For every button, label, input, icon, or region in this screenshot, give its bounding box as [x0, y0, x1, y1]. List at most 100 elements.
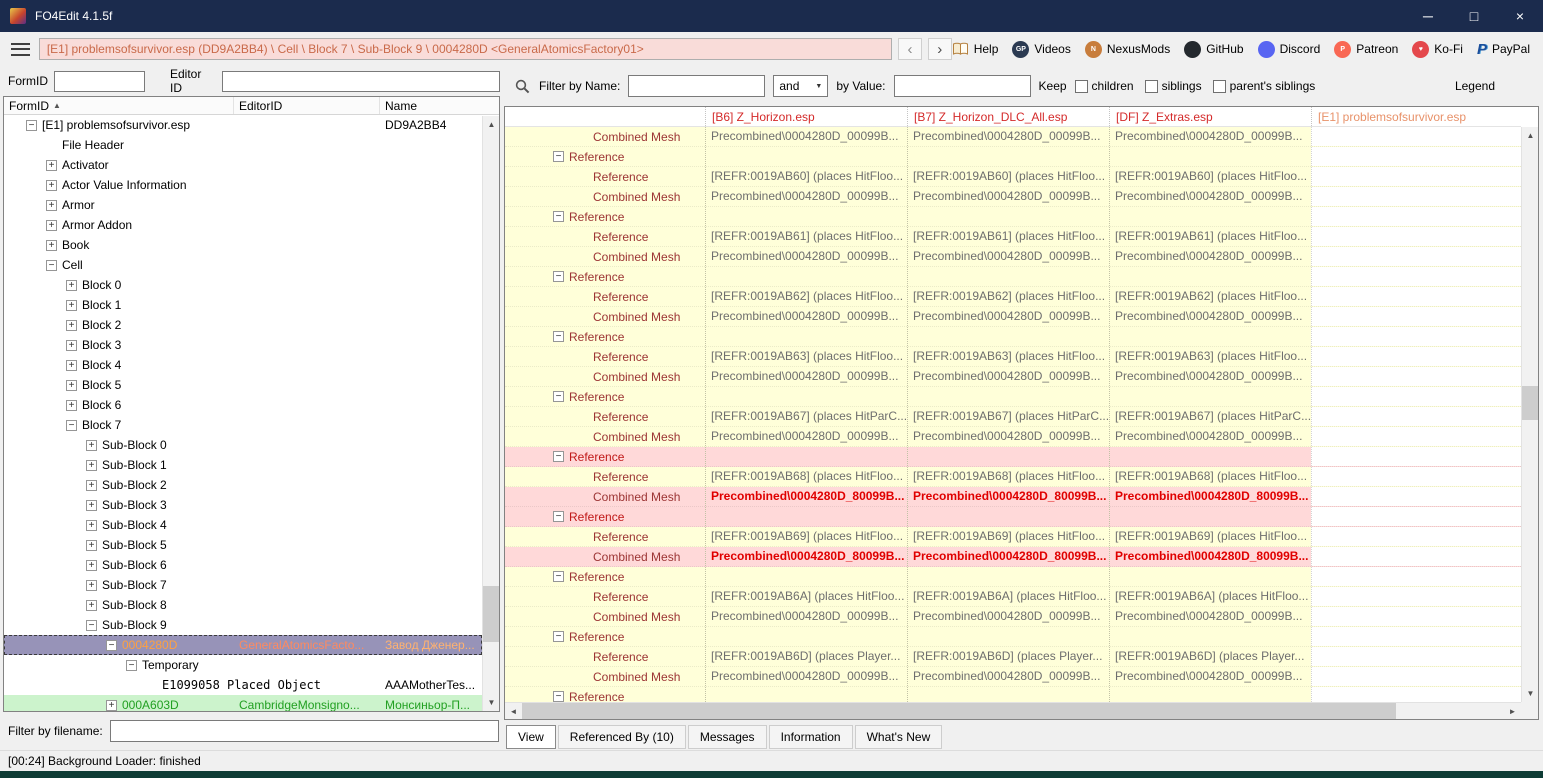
tree-row[interactable]: +Sub-Block 6	[4, 555, 482, 575]
expand-icon[interactable]: +	[86, 540, 97, 551]
collapse-icon[interactable]: −	[553, 331, 564, 342]
toolbar-link-patreon[interactable]: PPatreon	[1334, 41, 1398, 58]
table-horizontal-scrollbar[interactable]: ◄ ►	[505, 702, 1521, 719]
tree-row[interactable]: −Sub-Block 9	[4, 615, 482, 635]
collapse-icon[interactable]: −	[86, 620, 97, 631]
expand-icon[interactable]: +	[46, 220, 57, 231]
table-row[interactable]: −Reference	[505, 447, 1521, 467]
tree-row[interactable]: +Sub-Block 7	[4, 575, 482, 595]
table-row[interactable]: Combined MeshPrecombined\0004280D_00099B…	[505, 127, 1521, 147]
scroll-left-icon[interactable]: ◄	[505, 703, 522, 720]
navigation-path-combobox[interactable]	[39, 38, 892, 60]
scroll-down-icon[interactable]: ▼	[1522, 685, 1539, 702]
table-vertical-scrollbar[interactable]: ▲ ▼	[1521, 127, 1538, 702]
collapse-icon[interactable]: −	[126, 660, 137, 671]
filter-operator-dropdown[interactable]: and ▼	[773, 75, 828, 97]
keep-checkbox-siblings[interactable]: siblings	[1145, 79, 1202, 93]
maximize-button[interactable]: □	[1451, 0, 1497, 32]
checkbox-icon[interactable]	[1213, 80, 1226, 93]
scrollbar-thumb[interactable]	[483, 586, 500, 642]
table-row[interactable]: −Reference	[505, 327, 1521, 347]
toolbar-link-videos[interactable]: GPVideos	[1012, 41, 1070, 58]
tree-row[interactable]: +Sub-Block 3	[4, 495, 482, 515]
tree-row[interactable]: +Sub-Block 5	[4, 535, 482, 555]
scrollbar-thumb[interactable]	[522, 703, 1396, 720]
toolbar-link-paypal[interactable]: PPayPal	[1477, 41, 1530, 58]
expand-icon[interactable]: +	[86, 480, 97, 491]
expand-icon[interactable]: +	[86, 600, 97, 611]
expand-icon[interactable]: +	[86, 440, 97, 451]
table-row[interactable]: Reference[REFR:0019AB63] (places HitFloo…	[505, 347, 1521, 367]
tree-row[interactable]: +Armor Addon	[4, 215, 482, 235]
titlebar[interactable]: FO4Edit 4.1.5f ─ □ ×	[0, 0, 1543, 32]
tree-row[interactable]: +Activator	[4, 155, 482, 175]
tree-row[interactable]: +Sub-Block 2	[4, 475, 482, 495]
tab-what-s-new[interactable]: What's New	[855, 725, 943, 749]
scrollbar-thumb[interactable]	[1522, 386, 1539, 420]
collapse-icon[interactable]: −	[553, 511, 564, 522]
expand-icon[interactable]: +	[46, 240, 57, 251]
expand-icon[interactable]: +	[86, 460, 97, 471]
tree-row[interactable]: +Block 4	[4, 355, 482, 375]
keep-checkbox-parent-s-siblings[interactable]: parent's siblings	[1213, 79, 1316, 93]
checkbox-icon[interactable]	[1145, 80, 1158, 93]
expand-icon[interactable]: +	[86, 580, 97, 591]
table-header-e1-problemsofsurvivor-esp[interactable]: [E1] problemsofsurvivor.esp	[1311, 107, 1521, 126]
left-tree-scrollbar[interactable]: ▲ ▼	[482, 116, 499, 711]
tree-row[interactable]: +Armor	[4, 195, 482, 215]
table-row[interactable]: Reference[REFR:0019AB62] (places HitFloo…	[505, 287, 1521, 307]
tree-row[interactable]: −Block 7	[4, 415, 482, 435]
table-row[interactable]: Reference[REFR:0019AB67] (places HitParC…	[505, 407, 1521, 427]
tab-view[interactable]: View	[506, 725, 556, 749]
expand-icon[interactable]: +	[66, 360, 77, 371]
table-row[interactable]: Combined MeshPrecombined\0004280D_00099B…	[505, 607, 1521, 627]
tree-row[interactable]: File Header	[4, 135, 482, 155]
collapse-icon[interactable]: −	[553, 271, 564, 282]
back-button[interactable]: ‹	[898, 38, 922, 60]
table-row[interactable]: −Reference	[505, 267, 1521, 287]
table-row[interactable]: −Reference	[505, 567, 1521, 587]
minimize-button[interactable]: ─	[1405, 0, 1451, 32]
expand-icon[interactable]: +	[66, 280, 77, 291]
table-row[interactable]: −Reference	[505, 387, 1521, 407]
expand-icon[interactable]: +	[86, 500, 97, 511]
editorid-input[interactable]	[222, 71, 500, 92]
tree-row[interactable]: +Sub-Block 1	[4, 455, 482, 475]
table-row[interactable]: Combined MeshPrecombined\0004280D_00099B…	[505, 247, 1521, 267]
collapse-icon[interactable]: −	[26, 120, 37, 131]
keep-checkbox-children[interactable]: children	[1075, 79, 1134, 93]
table-row[interactable]: Combined MeshPrecombined\0004280D_00099B…	[505, 187, 1521, 207]
tree-row[interactable]: +000A603DCambridgeMonsigno...Монсиньор-П…	[4, 695, 482, 711]
toolbar-link-github[interactable]: GitHub	[1184, 41, 1243, 58]
table-row[interactable]: Reference[REFR:0019AB69] (places HitFloo…	[505, 527, 1521, 547]
expand-icon[interactable]: +	[66, 340, 77, 351]
tree-row[interactable]: +Actor Value Information	[4, 175, 482, 195]
tab-information[interactable]: Information	[769, 725, 853, 749]
menu-icon[interactable]	[11, 43, 30, 56]
tab-referenced-by-10[interactable]: Referenced By (10)	[558, 725, 686, 749]
table-row[interactable]: Reference[REFR:0019AB6A] (places HitFloo…	[505, 587, 1521, 607]
collapse-icon[interactable]: −	[553, 571, 564, 582]
toolbar-link-discord[interactable]: Discord	[1258, 41, 1321, 58]
collapse-icon[interactable]: −	[553, 391, 564, 402]
collapse-icon[interactable]: −	[553, 151, 564, 162]
table-row[interactable]: Reference[REFR:0019AB68] (places HitFloo…	[505, 467, 1521, 487]
tree-row[interactable]: +Sub-Block 0	[4, 435, 482, 455]
expand-icon[interactable]: +	[46, 160, 57, 171]
table-row[interactable]: Combined MeshPrecombined\0004280D_00099B…	[505, 667, 1521, 687]
expand-icon[interactable]: +	[66, 320, 77, 331]
tree-row[interactable]: +Block 2	[4, 315, 482, 335]
collapse-icon[interactable]: −	[553, 631, 564, 642]
column-header-editorid[interactable]: EditorID	[234, 97, 380, 114]
column-header-formid[interactable]: FormID ▲	[4, 97, 234, 114]
table-row[interactable]: Combined MeshPrecombined\0004280D_80099B…	[505, 547, 1521, 567]
table-row[interactable]: −Reference	[505, 507, 1521, 527]
expand-icon[interactable]: +	[46, 180, 57, 191]
tree-row[interactable]: +Block 0	[4, 275, 482, 295]
filename-filter-input[interactable]	[110, 720, 499, 742]
table-row[interactable]: −Reference	[505, 687, 1521, 702]
tree-row[interactable]: +Block 1	[4, 295, 482, 315]
table-row[interactable]: −Reference	[505, 627, 1521, 647]
forward-button[interactable]: ›	[928, 38, 952, 60]
expand-icon[interactable]: +	[86, 520, 97, 531]
